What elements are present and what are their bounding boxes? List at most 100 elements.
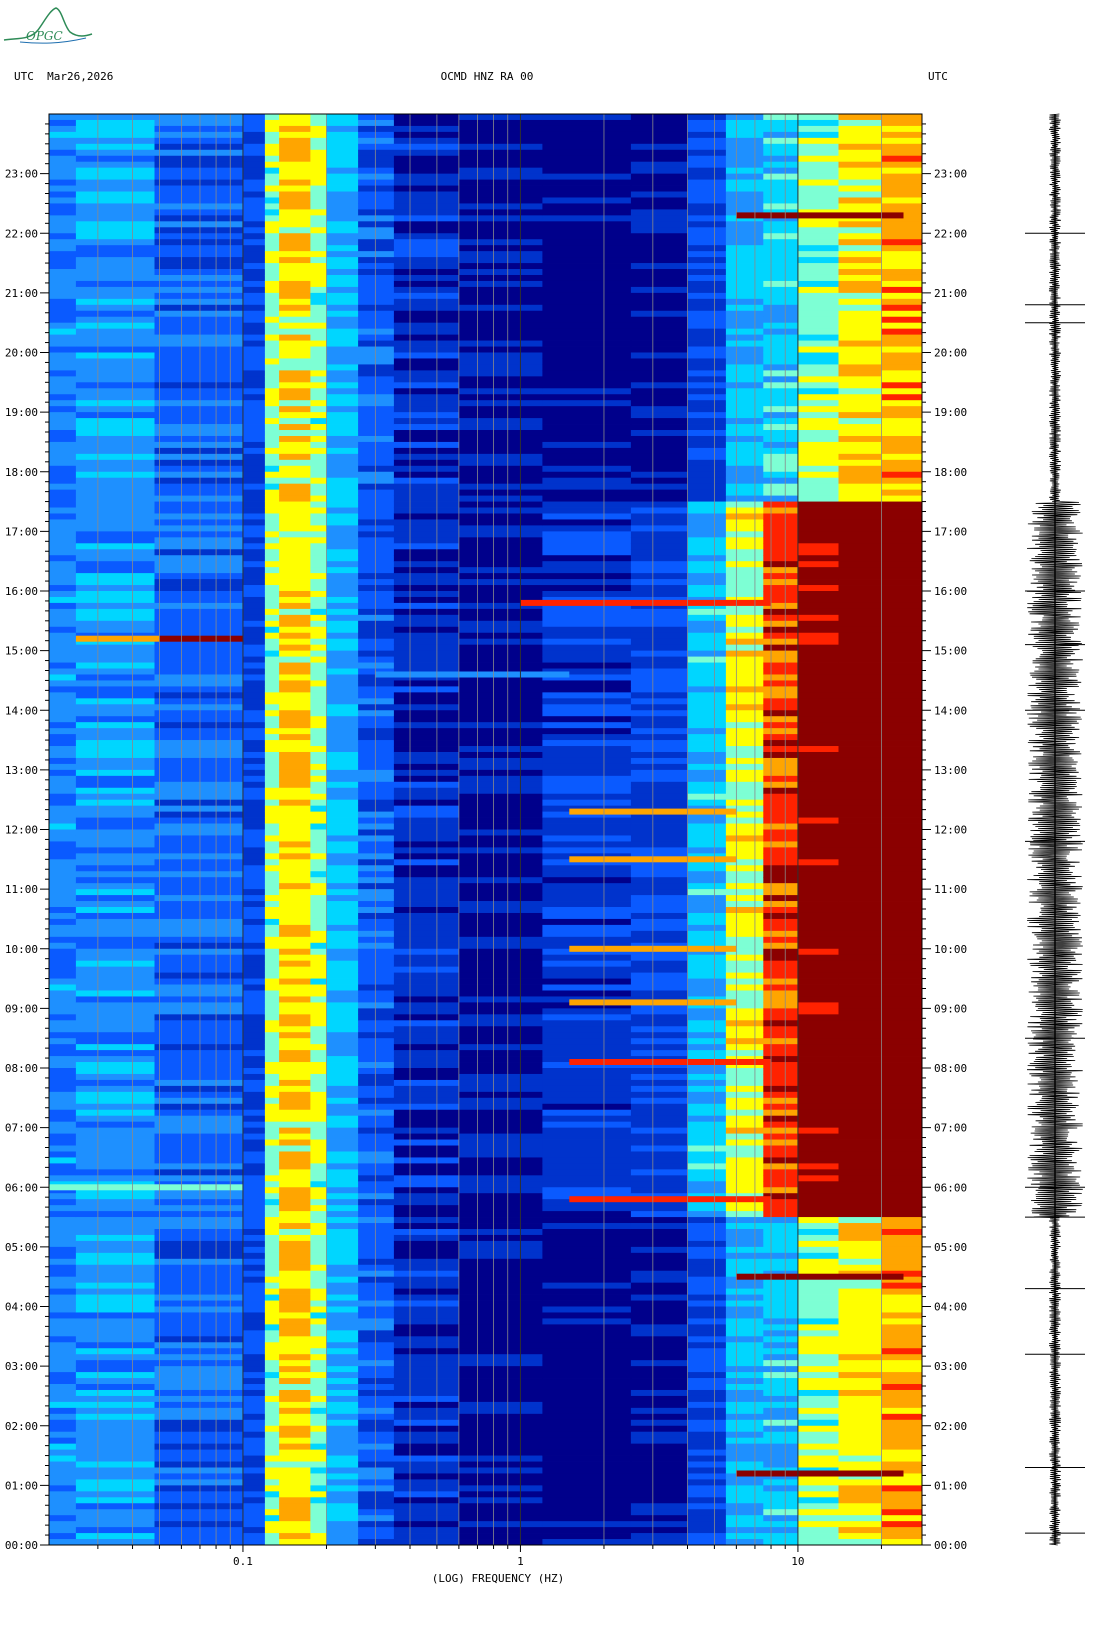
heatmap-cell <box>797 1443 839 1450</box>
heatmap-cell <box>725 173 764 180</box>
heatmap-cell <box>542 322 632 330</box>
heatmap-cell <box>310 954 327 962</box>
heatmap-cell <box>687 865 727 872</box>
heatmap-cell <box>393 1473 460 1480</box>
heatmap-cell <box>393 1419 460 1427</box>
heatmap-cell <box>458 704 543 711</box>
heatmap-cell <box>264 1002 280 1009</box>
heatmap-cell <box>542 400 632 407</box>
heatmap-cell <box>49 936 77 944</box>
heatmap-cell <box>393 322 460 330</box>
heatmap-cell <box>310 1264 327 1272</box>
heatmap-cell <box>75 233 155 240</box>
heatmap-cell <box>243 1145 266 1152</box>
heatmap-cell <box>838 149 882 157</box>
heatmap-cell <box>358 114 395 121</box>
heatmap-cell <box>279 1360 311 1367</box>
heatmap-cell <box>630 406 688 413</box>
heatmap-cell <box>279 561 311 568</box>
heatmap-cell <box>542 239 632 246</box>
heatmap-cell <box>881 430 923 437</box>
heatmap-cell <box>458 370 543 377</box>
heatmap-cell <box>49 179 77 186</box>
heatmap-cell <box>326 1342 359 1349</box>
heatmap-cell <box>458 400 543 407</box>
heatmap-cell <box>458 1073 543 1081</box>
heatmap-cell <box>687 901 727 908</box>
heatmap-cell <box>797 1169 839 1176</box>
heatmap-cell <box>881 632 923 640</box>
heatmap-cell <box>358 280 395 288</box>
heatmap-cell <box>264 227 280 234</box>
heatmap-cell <box>393 1503 460 1510</box>
heatmap-cell <box>838 501 882 508</box>
heatmap-cell <box>393 990 460 997</box>
heatmap-cell <box>243 978 266 985</box>
heatmap-cell <box>881 889 923 896</box>
heatmap-cell <box>310 292 327 300</box>
heatmap-cell <box>838 644 882 652</box>
heatmap-cell <box>687 1008 727 1015</box>
heatmap-cell <box>797 1079 839 1087</box>
heatmap-cell <box>393 692 460 699</box>
heatmap-cell <box>393 996 460 1003</box>
heatmap-cell <box>542 740 632 747</box>
heatmap-cell <box>264 531 280 538</box>
heatmap-cell <box>264 334 280 341</box>
heatmap-cell <box>630 674 688 681</box>
heatmap-cell <box>49 1103 77 1111</box>
heatmap-cell <box>797 334 839 341</box>
heatmap-cell <box>75 221 155 228</box>
heatmap-cell <box>725 1252 764 1260</box>
heatmap-cell <box>881 531 923 538</box>
heatmap-cell <box>49 841 77 848</box>
heatmap-cell <box>49 907 77 914</box>
heatmap-cell <box>797 1026 839 1033</box>
heatmap-cell <box>326 865 359 872</box>
heatmap-cell <box>49 918 77 926</box>
heatmap-cell <box>243 763 266 771</box>
heatmap-cell <box>458 1401 543 1409</box>
heatmap-cell <box>75 274 155 282</box>
heatmap-cell <box>326 1097 359 1105</box>
heatmap-cell <box>75 889 155 896</box>
heatmap-cell <box>264 811 280 818</box>
heatmap-cell <box>326 1372 359 1379</box>
heatmap-cell <box>838 459 882 467</box>
heatmap-cell <box>75 1175 155 1182</box>
heatmap-cell <box>358 179 395 186</box>
heatmap-cell <box>763 859 799 866</box>
heatmap-cell <box>279 1205 311 1212</box>
heatmap-cell <box>458 167 543 175</box>
heatmap-cell <box>881 1050 923 1057</box>
heatmap-cell <box>49 191 77 198</box>
heatmap-cell <box>458 1050 543 1057</box>
heatmap-cell <box>881 1443 923 1450</box>
heatmap-cell <box>326 1056 359 1063</box>
heatmap-cell <box>326 1318 359 1325</box>
heatmap-cell <box>630 638 688 646</box>
heatmap-cell <box>75 340 155 347</box>
heatmap-cell <box>458 561 543 568</box>
heatmap-cell <box>458 740 543 747</box>
heatmap-cell <box>542 662 632 669</box>
heatmap-cell <box>838 1014 882 1021</box>
heatmap-cell <box>393 173 460 180</box>
heatmap-cell <box>687 781 727 789</box>
heatmap-cell <box>725 960 764 968</box>
heatmap-cell <box>49 1062 77 1069</box>
heatmap-cell <box>797 865 839 872</box>
heatmap-cell <box>687 441 727 449</box>
heatmap-cell <box>763 841 799 848</box>
heatmap-cell <box>393 1533 460 1540</box>
heatmap-cell <box>838 805 882 813</box>
heatmap-cell <box>264 1533 280 1540</box>
heatmap-cell <box>310 763 327 771</box>
heatmap-cell <box>358 185 395 192</box>
heatmap-cell <box>797 424 839 431</box>
heatmap-cell <box>49 990 77 997</box>
heatmap-cell <box>264 543 280 550</box>
heatmap-cell <box>243 877 266 884</box>
heatmap-cell <box>75 1294 155 1301</box>
heatmap-cell <box>393 400 460 407</box>
